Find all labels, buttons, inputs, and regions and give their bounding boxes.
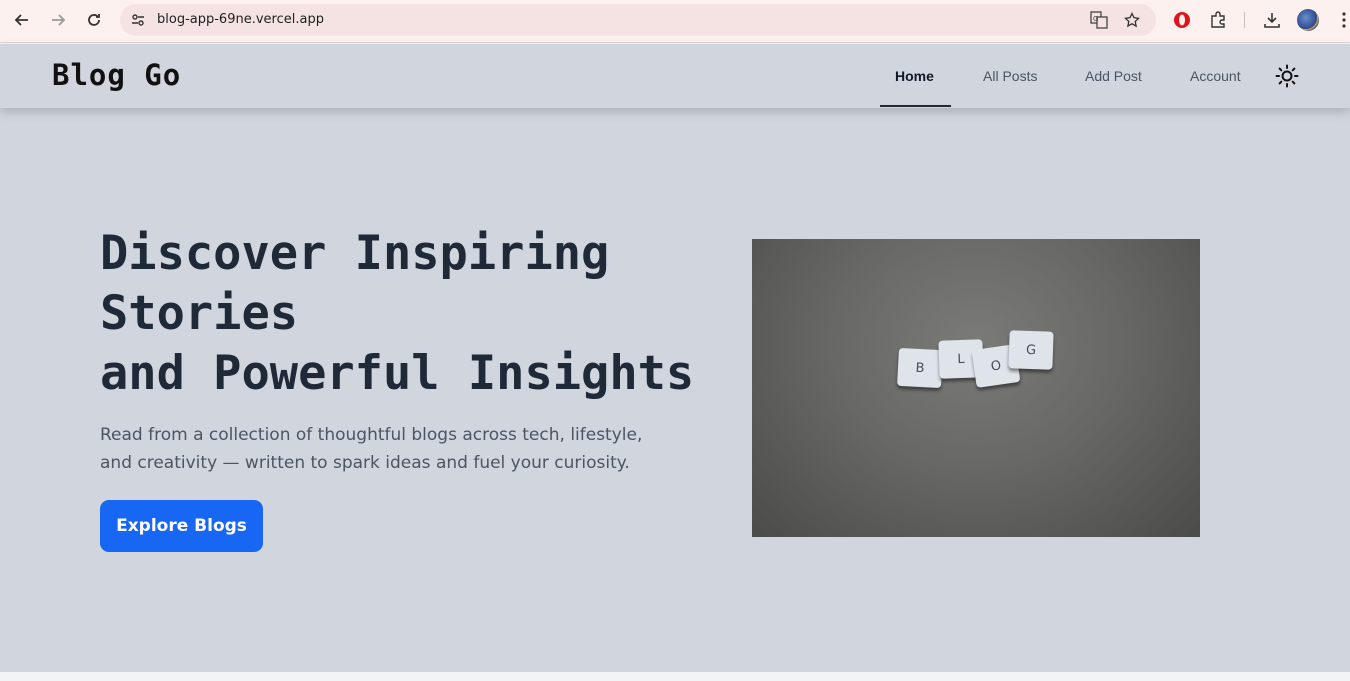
active-nav-indicator bbox=[880, 105, 951, 107]
download-icon[interactable] bbox=[1260, 8, 1284, 32]
site-logo[interactable]: Blog Go bbox=[52, 58, 181, 92]
toolbar-divider bbox=[1244, 12, 1245, 28]
nav-account[interactable]: Account bbox=[1190, 44, 1241, 108]
back-button[interactable] bbox=[10, 8, 34, 32]
hero-description: Read from a collection of thoughtful blo… bbox=[100, 425, 643, 473]
star-icon[interactable] bbox=[1122, 10, 1142, 30]
hero-title-line: and Powerful Insights bbox=[100, 346, 695, 401]
url-text[interactable]: blog-app-69ne.vercel.app bbox=[157, 12, 324, 27]
site-settings-icon[interactable] bbox=[128, 10, 148, 30]
hero-section: Discover Inspiring Stories and Powerful … bbox=[0, 108, 1350, 672]
extensions-puzzle-icon[interactable] bbox=[1206, 8, 1230, 32]
forward-button[interactable] bbox=[46, 8, 70, 32]
hero-title: Discover Inspiring Stories and Powerful … bbox=[100, 224, 700, 404]
nav-add-post[interactable]: Add Post bbox=[1085, 44, 1142, 108]
more-menu-icon[interactable] bbox=[1332, 8, 1350, 32]
site-header: Blog Go Home All Posts Add Post Account bbox=[0, 44, 1350, 108]
nav-home[interactable]: Home bbox=[895, 44, 934, 108]
profile-avatar[interactable] bbox=[1297, 9, 1319, 31]
opera-extension-icon[interactable] bbox=[1170, 8, 1194, 32]
hero-title-line: Discover Inspiring bbox=[100, 226, 610, 281]
image-tile: G bbox=[1008, 330, 1054, 370]
hero-title-line: Stories bbox=[100, 286, 299, 341]
nav-all-posts[interactable]: All Posts bbox=[983, 44, 1037, 108]
reload-button[interactable] bbox=[82, 8, 106, 32]
arrow-left-icon bbox=[14, 14, 28, 26]
svg-text:G: G bbox=[1093, 15, 1098, 23]
explore-blogs-button[interactable]: Explore Blogs bbox=[100, 500, 263, 552]
reload-icon bbox=[88, 14, 100, 26]
theme-toggle-button[interactable] bbox=[1273, 62, 1301, 90]
translate-icon[interactable]: G bbox=[1089, 10, 1109, 30]
hero-image: B L O G bbox=[752, 239, 1200, 537]
sun-icon bbox=[1275, 64, 1299, 88]
arrow-right-icon bbox=[52, 14, 66, 26]
browser-toolbar: blog-app-69ne.vercel.app G bbox=[0, 0, 1350, 43]
image-tile: B bbox=[897, 347, 943, 389]
address-bar[interactable]: blog-app-69ne.vercel.app G bbox=[120, 4, 1156, 36]
page-bottom-edge bbox=[0, 672, 1350, 681]
